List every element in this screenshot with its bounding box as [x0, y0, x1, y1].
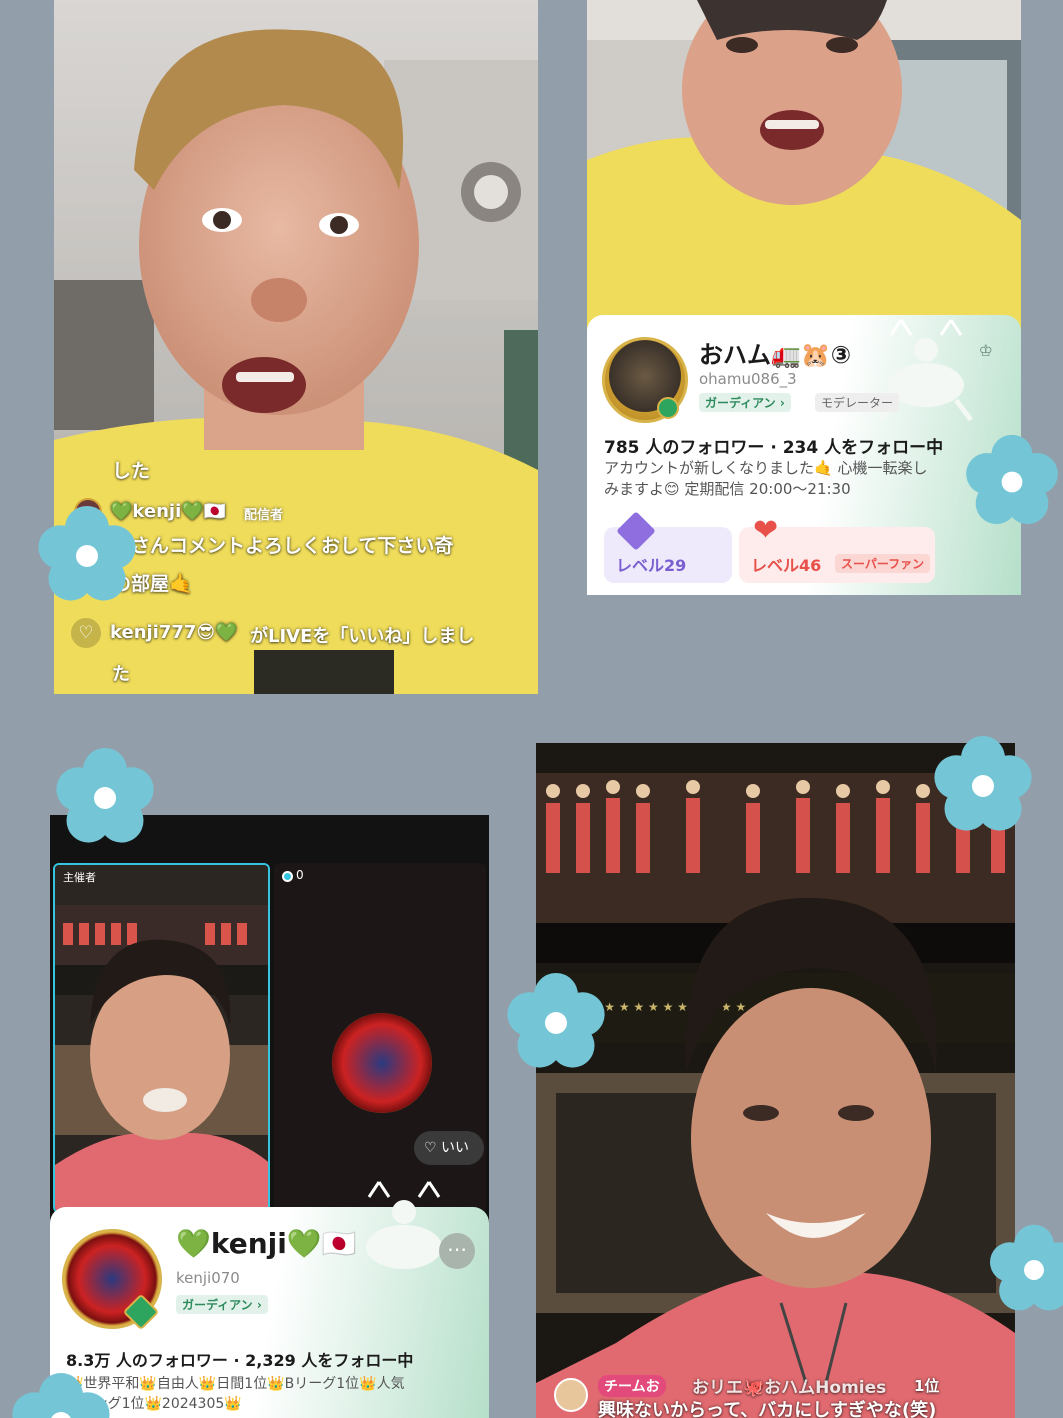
comment-text: 興味ないからって、バカにしすぎやな(笑) — [598, 1400, 937, 1418]
heart-icon: ❤ — [753, 513, 779, 548]
super-fan-badge: スーパーファン — [835, 554, 931, 573]
team-tag-label: チームお — [604, 1379, 660, 1395]
like-event-username: kenji777😎💚 — [110, 622, 238, 643]
guardian-badge[interactable]: ガーディアン › — [699, 393, 791, 412]
like-event-text-b: た — [112, 664, 130, 685]
host-video-tile[interactable]: 主催者 — [53, 863, 270, 1213]
guest-avatar — [332, 1013, 432, 1113]
commenter-avatar — [554, 1378, 588, 1412]
user-level-label: レベル29 — [616, 556, 687, 575]
comment-line-2: 見さんコメントよろしくおして下さい奇 — [112, 535, 454, 557]
flower-decoration-icon — [934, 736, 1032, 831]
avatar-gem-icon — [657, 397, 679, 419]
bio-line-1: 👑世界平和👑自由人👑日間1位👑Bリーグ1位👑人気 — [66, 1376, 405, 1392]
live-video-panel-bottom-right: ★ ★ ★ ★ ★ ★ ★ ★ ★ ★ ★ ★ ★ ★ チームお おリエ🐙おハム… — [536, 743, 1015, 1418]
more-icon[interactable]: ⋯ — [439, 1233, 475, 1269]
like-event-text: がLIVEを「いいね」しまし — [250, 626, 475, 647]
host-label: 主催者 — [63, 871, 96, 884]
moderator-badge: モデレーター — [815, 393, 900, 412]
streamer-video-frame: ★ ★ ★ ★ ★ ★ ★ ★ ★ ★ ★ ★ ★ ★ — [536, 743, 1015, 1418]
display-name: 💚kenji💚🇯🇵 — [176, 1227, 357, 1260]
fan-level-label: レベル46 — [751, 556, 822, 575]
crown-icon[interactable]: ♔ — [979, 341, 993, 360]
username: ohamu086_3 — [699, 370, 797, 388]
guardian-badge[interactable]: ガーディアン › — [176, 1295, 268, 1314]
diamond-icon — [616, 511, 656, 551]
heart-outline-icon: ♡ — [424, 1140, 437, 1156]
team-tag: チームお — [598, 1375, 666, 1397]
like-button[interactable]: ♡ いい — [414, 1131, 484, 1165]
guest-video-tile[interactable]: 0 ♡ いい — [274, 863, 486, 1213]
flower-decoration-icon — [38, 506, 136, 601]
live-video-panel-top-right: ♔ おハム🚛🐹③ ohamu086_3 ガーディアン › モデレーター 785 … — [587, 0, 1021, 595]
heart-outline-icon: ♡ — [71, 618, 101, 648]
comment-line-1: した — [112, 460, 151, 482]
user-level-badge[interactable]: レベル29 — [604, 511, 732, 583]
display-name: おハム🚛🐹③ — [699, 341, 852, 369]
profile-card-ohamu: ♔ おハム🚛🐹③ ohamu086_3 ガーディアン › モデレーター 785 … — [587, 315, 1021, 595]
profile-card-kenji: ⋯ 💚kenji💚🇯🇵 kenji070 ガーディアン › 8.3万 人のフォロ… — [50, 1181, 489, 1418]
username: kenji070 — [176, 1269, 240, 1287]
multi-guest-panel-bottom-left: 主催者 0 ♡ いい ⋯ 💚kenji💚🇯🇵 kenji070 ガーディアン ›… — [50, 815, 489, 1418]
flower-decoration-icon — [56, 748, 154, 843]
flower-decoration-icon — [989, 1224, 1063, 1311]
team-names: おリエ🐙おハムHomies — [692, 1378, 887, 1398]
flower-decoration-icon — [966, 434, 1058, 525]
bio-line-2: みますよ😊 定期配信 20:00〜21:30 — [604, 480, 851, 498]
rank-badge: 1位 — [914, 1377, 940, 1395]
flower-decoration-icon — [12, 1373, 110, 1418]
broadcaster-badge: 配信者 — [244, 508, 284, 523]
flower-decoration-icon — [507, 973, 605, 1068]
fan-level-badge[interactable]: ❤ レベル46 スーパーファン — [739, 513, 935, 583]
host-video-frame — [55, 865, 268, 1211]
like-label: いい — [441, 1140, 470, 1156]
viewer-count: 0 — [296, 868, 304, 882]
follower-stats: 785 人のフォロワー · 234 人をフォロー中 — [604, 438, 944, 458]
bio-line-1: アカウントが新しくなりました🤙 心機一転楽し — [604, 459, 928, 477]
viewer-indicator-icon — [282, 871, 293, 882]
follower-stats: 8.3万 人のフォロワー · 2,329 人をフォロー中 — [66, 1351, 414, 1370]
